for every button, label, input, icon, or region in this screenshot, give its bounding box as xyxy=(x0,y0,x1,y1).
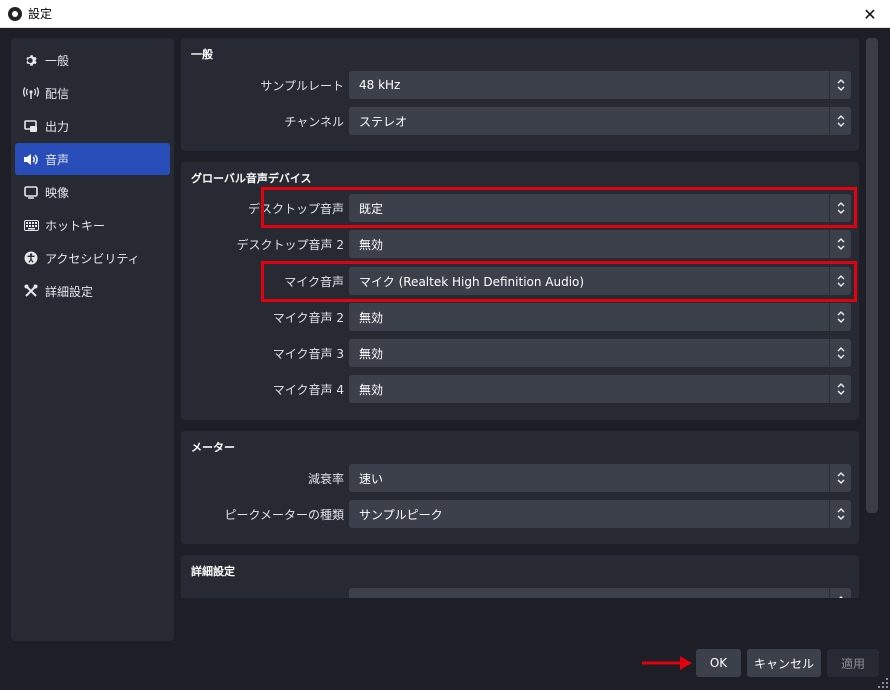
apply-button[interactable]: 適用 xyxy=(827,649,879,677)
group-title-general: 一般 xyxy=(191,48,213,61)
sample-rate-select[interactable]: 48 kHz xyxy=(349,71,851,99)
highlight-desktop-audio xyxy=(261,187,857,228)
settings-window: 一般 配信 出力 音声 映像 ホットキー アクセシビリティ 詳細設定 一般 サン… xyxy=(0,28,890,690)
sidebar-item-output[interactable]: 出力 xyxy=(15,110,170,142)
obs-logo-icon xyxy=(8,6,22,21)
sample-rate-label: サンプルレート xyxy=(260,78,344,93)
settings-content: 一般 サンプルレート 48 kHz チャンネル ステレオ グローバル音声デバイス xyxy=(181,38,859,598)
sidebar-item-label: 音声 xyxy=(45,152,70,167)
settings-sidebar: 一般 配信 出力 音声 映像 ホットキー アクセシビリティ 詳細設定 xyxy=(11,38,174,641)
mic-audio-2-value: 無効 xyxy=(359,310,384,325)
global-audio-devices-group: グローバル音声デバイス デスクトップ音声 既定 デスクトップ音声 2 無効 マイ… xyxy=(181,162,859,420)
chevron-updown-icon xyxy=(829,71,851,99)
sidebar-item-general[interactable]: 一般 xyxy=(15,44,170,76)
highlight-mic-audio xyxy=(261,261,857,302)
sidebar-item-label: ホットキー xyxy=(45,218,106,233)
antenna-icon xyxy=(23,85,39,101)
sidebar-item-label: 一般 xyxy=(45,53,70,68)
accessibility-icon xyxy=(23,250,39,266)
title-bar: 設定 ✕ xyxy=(0,0,890,28)
sidebar-item-label: 配信 xyxy=(45,86,70,101)
desktop-audio-2-label: デスクトップ音声 2 xyxy=(236,237,344,252)
mic-audio-2-select[interactable]: 無効 xyxy=(349,303,851,331)
sidebar-item-audio[interactable]: 音声 xyxy=(15,143,170,175)
content-scrollbar[interactable] xyxy=(866,38,878,598)
window-title: 設定 xyxy=(28,7,53,21)
meters-group: メーター 減衰率 速い ピークメーターの種類 サンプルピーク xyxy=(181,431,859,544)
chevron-updown-icon xyxy=(829,303,851,331)
monitoring-device-row xyxy=(181,588,859,598)
sidebar-item-label: 詳細設定 xyxy=(45,284,94,299)
chevron-updown-icon xyxy=(829,339,851,367)
mic-audio-3-select[interactable]: 無効 xyxy=(349,339,851,367)
resize-grip-icon[interactable] xyxy=(878,678,888,688)
peak-meter-type-label: ピークメーターの種類 xyxy=(224,507,344,522)
sidebar-item-advanced[interactable]: 詳細設定 xyxy=(15,275,170,307)
red-arrow-icon xyxy=(642,656,692,670)
desktop-audio-2-row: デスクトップ音声 2 無効 xyxy=(181,230,859,258)
sidebar-item-video[interactable]: 映像 xyxy=(15,176,170,208)
channels-label: チャンネル xyxy=(284,114,344,129)
sidebar-item-label: 映像 xyxy=(45,185,70,200)
decay-rate-label: 減衰率 xyxy=(307,471,344,486)
decay-rate-row: 減衰率 速い xyxy=(181,464,859,492)
chevron-updown-icon xyxy=(829,588,851,598)
mic-audio-4-value: 無効 xyxy=(359,382,384,397)
speaker-icon xyxy=(23,151,39,167)
mic-audio-4-select[interactable]: 無効 xyxy=(349,375,851,403)
tools-icon xyxy=(23,283,39,299)
general-group: 一般 サンプルレート 48 kHz チャンネル ステレオ xyxy=(181,38,859,151)
monitor-icon xyxy=(23,184,39,200)
sidebar-item-hotkeys[interactable]: ホットキー xyxy=(15,209,170,241)
decay-rate-value: 速い xyxy=(359,471,384,486)
sidebar-item-label: アクセシビリティ xyxy=(45,251,140,266)
mic-audio-3-label: マイク音声 3 xyxy=(272,346,344,361)
sidebar-item-accessibility[interactable]: アクセシビリティ xyxy=(15,242,170,274)
peak-meter-type-select[interactable]: サンプルピーク xyxy=(349,500,851,528)
chevron-updown-icon xyxy=(829,230,851,258)
chevron-updown-icon xyxy=(829,500,851,528)
mic-audio-4-label: マイク音声 4 xyxy=(272,382,344,397)
sidebar-item-label: 出力 xyxy=(45,119,70,134)
mic-audio-4-row: マイク音声 4 無効 xyxy=(181,375,859,403)
chevron-updown-icon xyxy=(829,464,851,492)
peak-meter-type-row: ピークメーターの種類 サンプルピーク xyxy=(181,500,859,528)
channels-row: チャンネル ステレオ xyxy=(181,107,859,135)
chevron-updown-icon xyxy=(829,107,851,135)
sample-rate-value: 48 kHz xyxy=(359,78,401,92)
ok-button[interactable]: OK xyxy=(696,649,741,677)
group-title-meters: メーター xyxy=(191,441,235,454)
advanced-group: 詳細設定 xyxy=(181,555,859,598)
mic-audio-2-label: マイク音声 2 xyxy=(272,310,344,325)
cancel-button[interactable]: キャンセル xyxy=(747,649,821,677)
channels-value: ステレオ xyxy=(359,114,408,129)
close-button[interactable]: ✕ xyxy=(850,0,890,28)
scrollbar-thumb[interactable] xyxy=(866,38,878,513)
desktop-audio-2-value: 無効 xyxy=(359,237,384,252)
group-title-advanced: 詳細設定 xyxy=(191,565,235,578)
output-icon xyxy=(23,118,39,134)
gear-icon xyxy=(23,52,39,68)
mic-audio-2-row: マイク音声 2 無効 xyxy=(181,303,859,331)
mic-audio-3-row: マイク音声 3 無効 xyxy=(181,339,859,367)
decay-rate-select[interactable]: 速い xyxy=(349,464,851,492)
chevron-updown-icon xyxy=(829,375,851,403)
monitoring-device-select[interactable] xyxy=(349,588,851,598)
mic-audio-3-value: 無効 xyxy=(359,346,384,361)
sample-rate-row: サンプルレート 48 kHz xyxy=(181,71,859,99)
group-title-global-devices: グローバル音声デバイス xyxy=(191,172,312,185)
peak-meter-type-value: サンプルピーク xyxy=(359,507,443,522)
desktop-audio-2-select[interactable]: 無効 xyxy=(349,230,851,258)
channels-select[interactable]: ステレオ xyxy=(349,107,851,135)
keyboard-icon xyxy=(23,217,39,233)
sidebar-item-stream[interactable]: 配信 xyxy=(15,77,170,109)
